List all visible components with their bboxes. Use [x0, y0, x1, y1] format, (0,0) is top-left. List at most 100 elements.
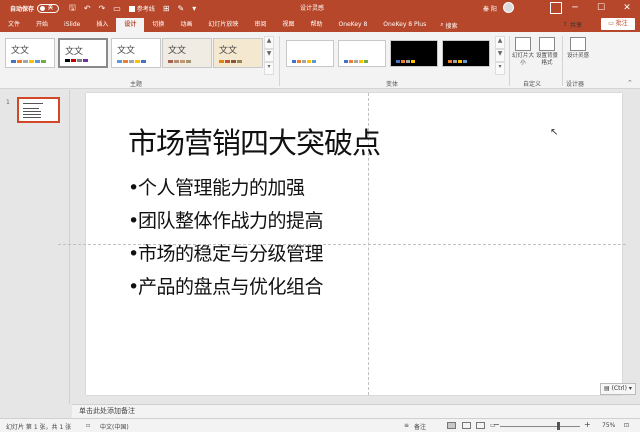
tab-file[interactable]: 文件 — [0, 18, 28, 32]
chevron-down-icon: ▾ — [626, 385, 632, 392]
maximize-button[interactable]: ☐ — [588, 0, 614, 17]
notes-pane[interactable]: 单击此处添加备注 — [72, 404, 640, 418]
search-label: 搜索 — [445, 22, 458, 30]
group-label-designer: 设计器 — [566, 81, 585, 88]
selection-pane-icon[interactable]: ⊞ — [163, 4, 170, 13]
design-ideas-button[interactable]: 设计灵感 — [567, 37, 589, 60]
horizontal-guide[interactable] — [58, 244, 626, 245]
customize-qa-icon[interactable]: ▾ — [192, 4, 196, 13]
theme-thumb-4[interactable]: 文文 — [162, 38, 212, 68]
save-icon[interactable]: 🖫 — [69, 2, 76, 16]
zoom-slider-thumb[interactable] — [557, 422, 560, 430]
slide-size-label: 幻灯片大小 — [512, 53, 535, 66]
list-item[interactable]: 个人管理能力的加强 — [128, 173, 323, 206]
tab-animations[interactable]: 动画 — [172, 18, 200, 32]
gallery-down-icon[interactable]: ▼ — [264, 49, 274, 62]
language-indicator[interactable]: 中文(中国) — [100, 422, 129, 431]
autosave-control[interactable]: 自动保存 关 — [10, 4, 60, 13]
gallery-more-icon[interactable]: ▾ — [264, 62, 274, 75]
gallery-down-icon[interactable]: ▼ — [495, 49, 505, 62]
reading-view-icon[interactable] — [476, 422, 485, 429]
variant-3[interactable] — [390, 40, 438, 67]
minimize-button[interactable]: ─ — [562, 0, 588, 17]
gallery-more-icon[interactable]: ▾ — [495, 62, 505, 75]
slide-sorter-icon[interactable] — [462, 422, 471, 429]
slide-title[interactable]: 市场营销四大突破点 — [128, 120, 381, 162]
mouse-cursor-icon: ↖ — [550, 127, 559, 138]
theme-thumb-current[interactable]: 文文 — [58, 38, 108, 68]
tab-view[interactable]: 视图 — [274, 18, 302, 32]
tab-design[interactable]: 设计 — [116, 18, 145, 32]
collapse-ribbon-icon[interactable]: ⌃ — [627, 79, 633, 87]
close-button[interactable]: ✕ — [614, 0, 640, 17]
list-item[interactable]: 团队整体作战力的提高 — [128, 206, 324, 239]
variant-gallery-scroll: ▲ ▼ ▾ — [495, 36, 505, 76]
tab-islide[interactable]: iSlide — [56, 18, 88, 32]
divider — [279, 36, 280, 86]
comment-button[interactable]: ▭ 批注 — [601, 18, 635, 30]
accessibility-icon[interactable]: ▫ — [86, 422, 90, 429]
divider — [562, 36, 563, 86]
paste-options-label: (Ctrl) — [611, 385, 627, 392]
user-name: 秦 阳 — [483, 5, 497, 13]
tab-insert[interactable]: 插入 — [88, 18, 116, 32]
title-bar: 自动保存 关 🖫 ↶ ↷ ▭ 参考线 ⊞ ✎ ▾ 设计灵感 秦 阳 ─ ☐ ✕ — [0, 0, 640, 17]
avatar[interactable] — [502, 2, 514, 13]
tab-help[interactable]: 帮助 — [302, 18, 330, 32]
reference-lines-checkbox[interactable]: 参考线 — [129, 4, 155, 13]
variant-1[interactable] — [286, 40, 334, 67]
theme-thumb-text: 文文 — [219, 46, 238, 56]
slide-thumbnail[interactable] — [17, 97, 60, 123]
slide-size-button[interactable]: 幻灯片大小 — [512, 37, 534, 67]
ribbon-tab-bar: 文件 开始 iSlide 插入 设计 切换 动画 幻灯片放映 审阅 视图 帮助 … — [0, 17, 640, 32]
bullet-list[interactable]: 个人管理能力的加强 团队整体作战力的提高 市场的稳定与分级管理 产品的盘点与优化… — [128, 173, 324, 305]
format-background-button[interactable]: 设置背景格式 — [536, 37, 558, 67]
gallery-up-icon[interactable]: ▲ — [264, 36, 274, 49]
ribbon: 文文 文文 文文 文文 文文 ▲ ▼ ▾ 主题 ▲ ▼ ▾ 变体 幻灯片大小 设… — [0, 32, 640, 89]
window-controls: ─ ☐ ✕ — [562, 0, 640, 17]
theme-gallery-scroll: ▲ ▼ ▾ — [264, 36, 274, 76]
autosave-toggle[interactable]: 关 — [37, 4, 60, 13]
clipboard-icon: ▤ — [604, 385, 612, 392]
tab-transitions[interactable]: 切换 — [144, 18, 172, 32]
list-item[interactable]: 产品的盘点与优化组合 — [128, 272, 324, 305]
theme-thumb-office[interactable]: 文文 — [5, 38, 55, 68]
undo-icon[interactable]: ↶ — [84, 4, 91, 13]
design-ideas-icon — [570, 37, 586, 51]
zoom-out-button[interactable]: − — [493, 420, 500, 429]
design-ideas-label: 设计灵感 — [567, 53, 590, 59]
present-icon[interactable]: ▭ — [113, 4, 121, 13]
variant-2[interactable] — [338, 40, 386, 67]
share-button[interactable]: ⇪ 共享 — [563, 19, 582, 30]
zoom-level[interactable]: 75% — [602, 422, 615, 429]
format-painter-icon[interactable]: ✎ — [178, 4, 185, 13]
theme-thumb-text: 文文 — [168, 46, 187, 56]
slide-number: 1 — [6, 99, 10, 106]
theme-thumb-3[interactable]: 文文 — [111, 38, 161, 68]
gallery-up-icon[interactable]: ▲ — [495, 36, 505, 49]
group-label-theme: 主题 — [130, 81, 143, 88]
document-title: 设计灵感 — [300, 5, 325, 12]
search-box[interactable]: ⌕ 搜索 — [440, 18, 457, 32]
group-label-variants: 变体 — [386, 81, 399, 88]
notes-toggle-icon[interactable]: ≡ — [404, 422, 409, 429]
normal-view-icon[interactable] — [447, 422, 456, 429]
fit-to-window-icon[interactable]: ⊡ — [624, 422, 629, 429]
zoom-in-button[interactable]: + — [584, 420, 591, 429]
tab-onekey8[interactable]: OneKey 8 — [330, 18, 375, 32]
redo-icon[interactable]: ↷ — [99, 4, 106, 13]
autosave-label: 自动保存 — [10, 6, 35, 13]
theme-thumb-text: 文文 — [11, 46, 30, 56]
notes-toggle-label[interactable]: 备注 — [414, 422, 426, 431]
theme-thumb-5[interactable]: 文文 — [213, 38, 263, 68]
tab-review[interactable]: 审阅 — [246, 18, 274, 32]
tab-onekey8-plus[interactable]: OneKey 8 Plus — [375, 18, 434, 32]
tab-slideshow[interactable]: 幻灯片放映 — [200, 18, 246, 32]
paste-options-button[interactable]: ▤ (Ctrl) ▾ — [600, 383, 636, 395]
ribbon-display-options-icon[interactable] — [550, 2, 562, 14]
tab-home[interactable]: 开始 — [28, 18, 56, 32]
divider — [509, 36, 510, 86]
variant-4[interactable] — [442, 40, 490, 67]
user-account[interactable]: 秦 阳 — [483, 2, 514, 13]
zoom-slider[interactable] — [500, 426, 580, 427]
